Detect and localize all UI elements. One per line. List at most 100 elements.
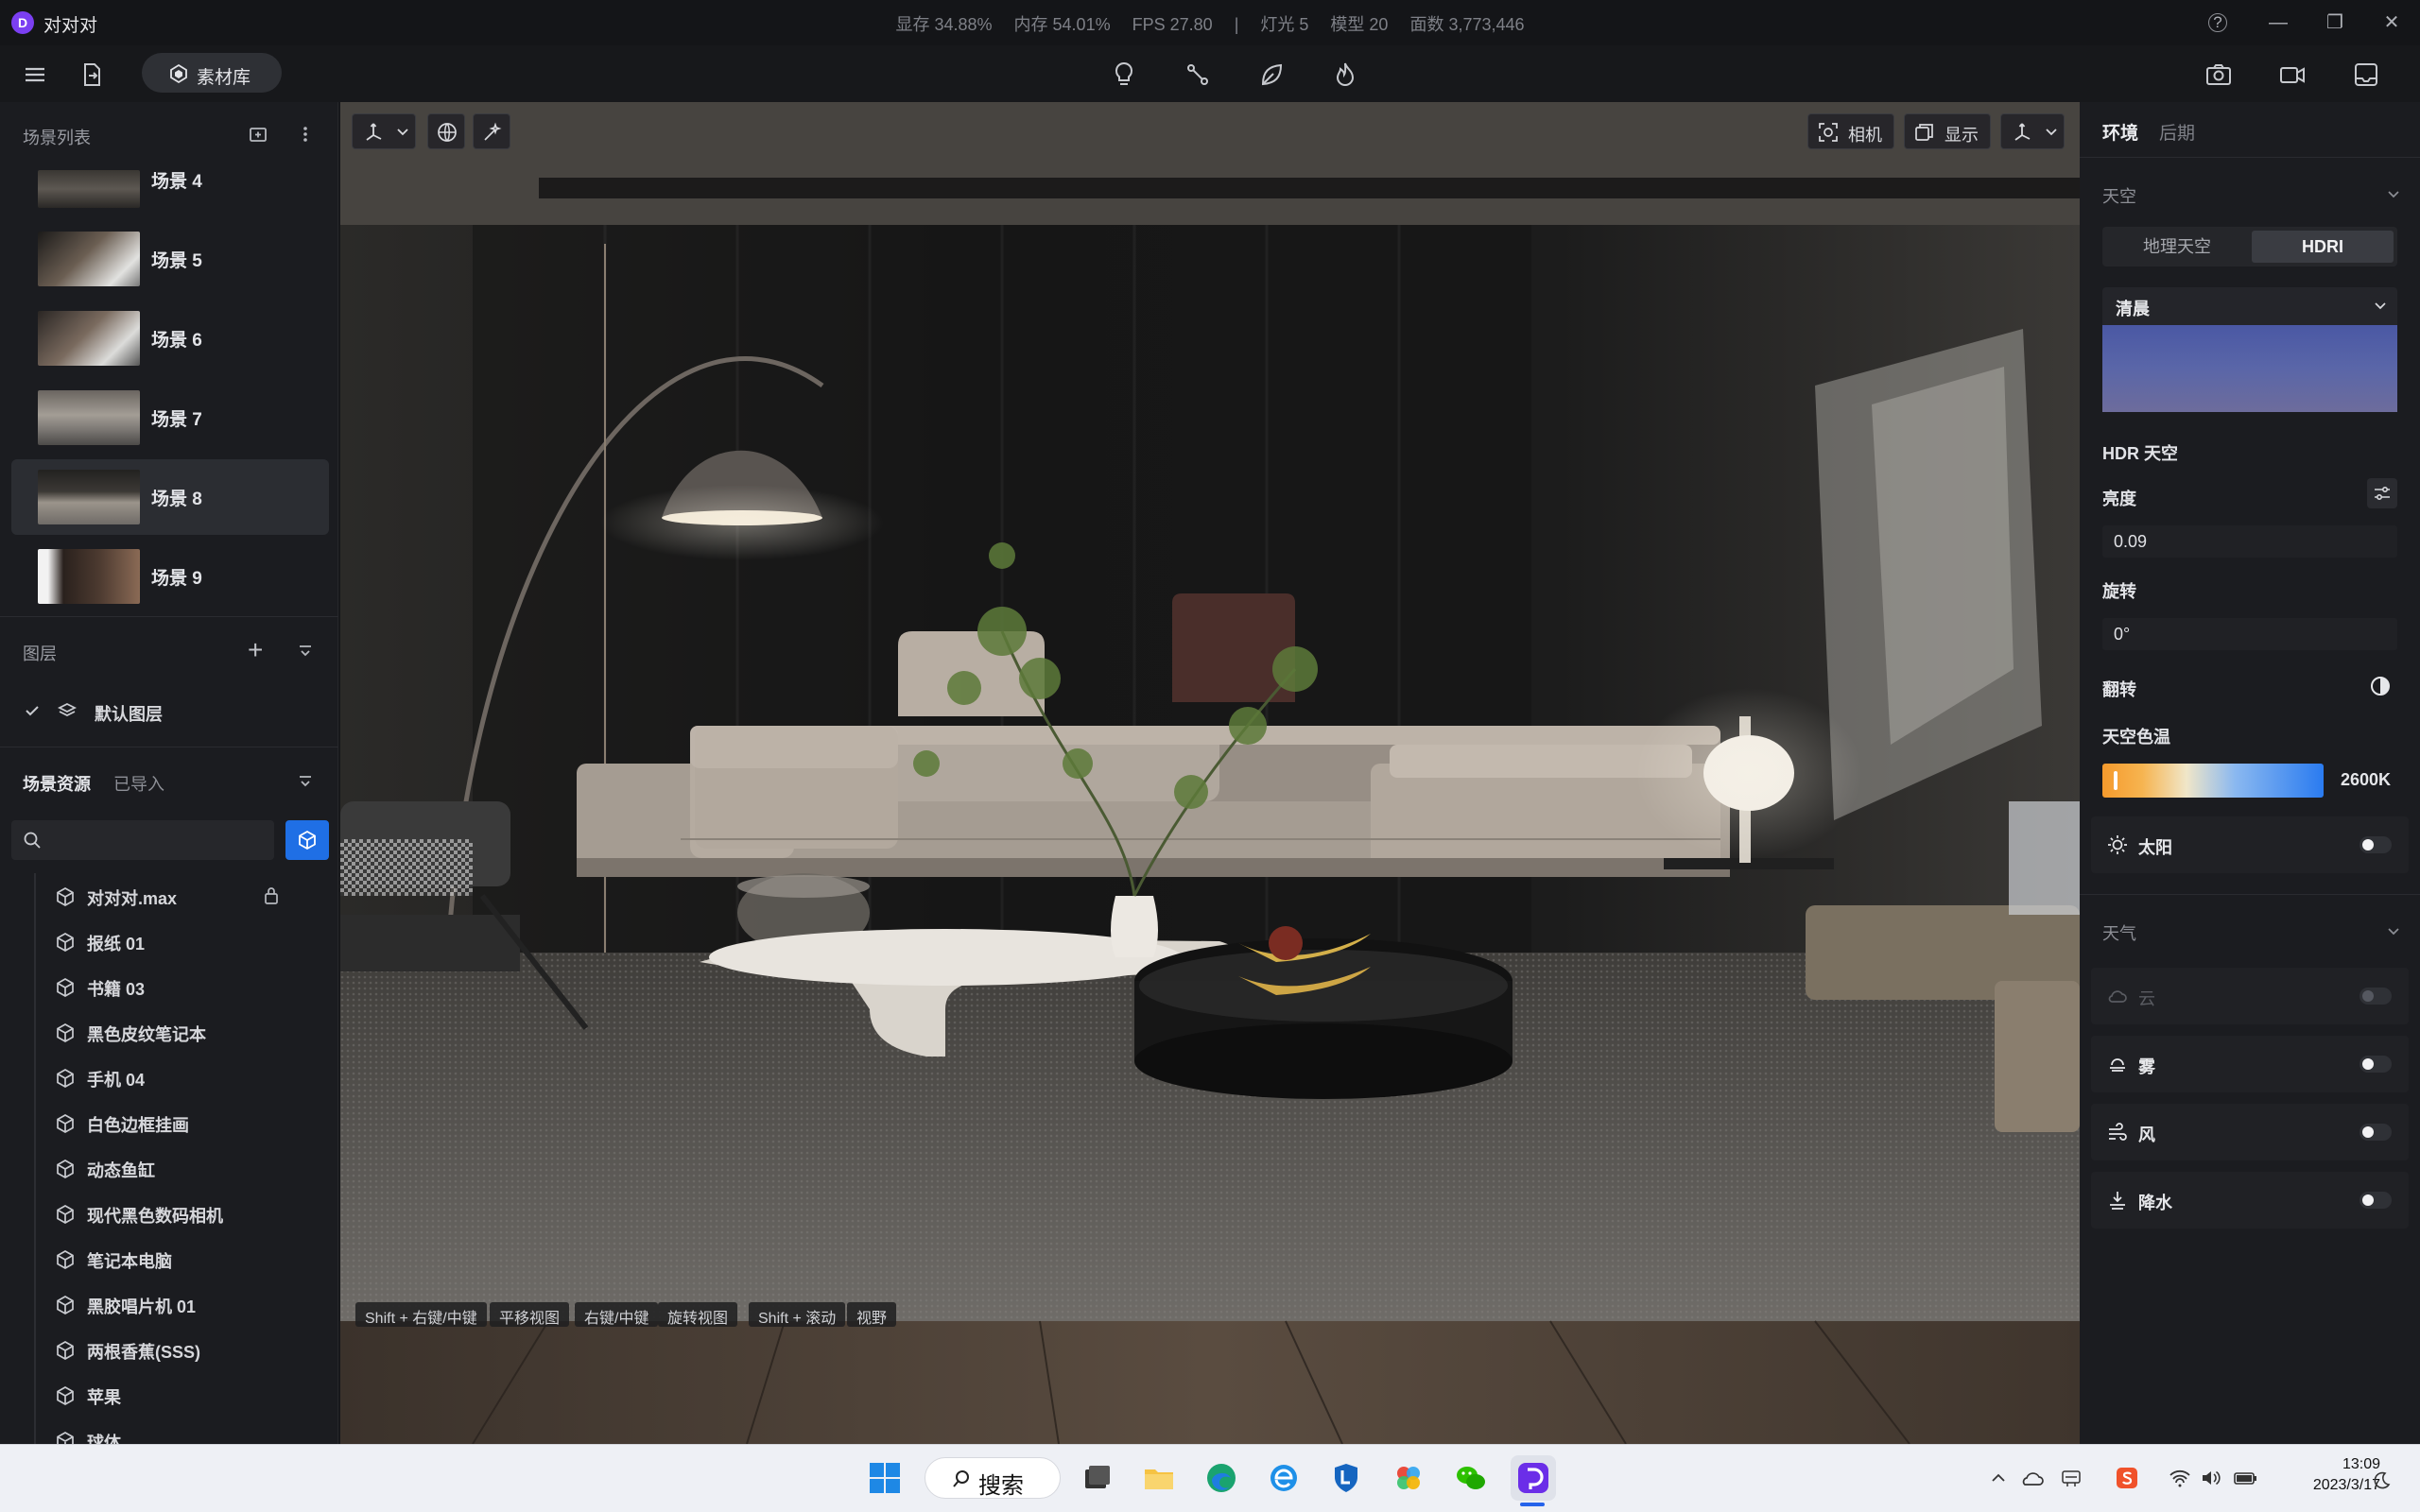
wifi-icon[interactable] <box>2169 1469 2191 1487</box>
tab-scene-resources[interactable]: 场景资源 <box>23 771 91 796</box>
scene-item[interactable]: 场景 9 <box>11 539 329 614</box>
fog-row: 雾 <box>2091 1036 2409 1092</box>
transform-axes-icon <box>362 121 385 144</box>
asset-search-input[interactable] <box>11 820 274 860</box>
cube-icon <box>55 1204 76 1225</box>
tab-imported[interactable]: 已导入 <box>113 771 164 796</box>
vram-stat: 显存 34.88% <box>895 15 993 34</box>
menu-icon[interactable] <box>19 59 51 91</box>
rotation-input[interactable]: 0° <box>2102 618 2397 650</box>
slider-handle[interactable] <box>2114 771 2118 790</box>
scene-item[interactable]: 场景 5 <box>11 221 329 297</box>
tab-post-processing[interactable]: 后期 <box>2159 119 2195 145</box>
shield-app-icon[interactable] <box>1329 1461 1363 1495</box>
taskbar-search-button[interactable]: 搜索 <box>925 1457 1061 1499</box>
scene-item[interactable]: 场景 7 <box>11 380 329 455</box>
sogou-ime-icon[interactable] <box>2116 1467 2138 1489</box>
cube-icon <box>55 977 76 998</box>
add-layer-button[interactable]: + <box>248 637 263 663</box>
asset-item[interactable]: 白色边框挂画 <box>55 1100 338 1145</box>
minimize-button[interactable]: — <box>2265 9 2291 36</box>
battery-icon[interactable] <box>2233 1469 2259 1487</box>
volume-icon[interactable] <box>2201 1469 2221 1487</box>
wechat-icon[interactable] <box>1454 1461 1488 1495</box>
sky-tab-geographic[interactable]: 地理天空 <box>2106 231 2248 263</box>
sky-temperature-slider[interactable] <box>2102 764 2324 798</box>
d5-render-app-icon[interactable] <box>1516 1461 1550 1495</box>
default-layer-label[interactable]: 默认图层 <box>95 701 163 726</box>
edge-browser-icon[interactable] <box>1204 1461 1238 1495</box>
file-export-icon[interactable] <box>76 59 108 91</box>
leaf-icon[interactable] <box>1255 59 1288 91</box>
asset-item[interactable]: 对对对.max <box>55 873 338 919</box>
3d-viewport[interactable] <box>340 102 2080 1444</box>
asset-item[interactable]: 手机 04 <box>55 1055 338 1100</box>
tray-overflow-chevron-icon[interactable] <box>1989 1469 2008 1487</box>
asset-item[interactable]: 报纸 01 <box>55 919 338 964</box>
restore-button[interactable]: ❐ <box>2322 9 2348 36</box>
gallery-icon[interactable] <box>2350 59 2382 91</box>
asset-name: 书籍 03 <box>87 980 146 999</box>
faces-stat: 面数 3,773,446 <box>1409 15 1525 34</box>
input-method-icon[interactable] <box>2061 1469 2082 1489</box>
precipitation-toggle[interactable] <box>2360 1192 2392 1209</box>
taskview-icon[interactable] <box>1080 1461 1114 1495</box>
cube-icon <box>55 1159 76 1179</box>
lightbulb-icon[interactable] <box>1108 59 1140 91</box>
file-explorer-icon[interactable] <box>1142 1461 1176 1495</box>
flip-contrast-icon[interactable] <box>2369 675 2392 697</box>
sky-tab-hdri[interactable]: HDRI <box>2252 231 2394 263</box>
weather-collapse-chevron-icon[interactable] <box>2386 924 2401 939</box>
asset-item[interactable]: 笔记本电脑 <box>55 1236 338 1281</box>
pinwheel-app-icon[interactable] <box>1392 1461 1426 1495</box>
nodes-icon[interactable] <box>1182 59 1214 91</box>
onedrive-cloud-icon[interactable] <box>2019 1469 2044 1487</box>
brightness-value: 0.09 <box>2114 532 2148 551</box>
scene-item[interactable]: 场景 4 <box>11 142 329 217</box>
asset-item[interactable]: 黑胶唱片机 01 <box>55 1281 338 1327</box>
asset-item[interactable]: 黑色皮纹笔记本 <box>55 1009 338 1055</box>
brightness-label: 亮度 <box>2102 490 2136 508</box>
scene-item[interactable]: 场景 6 <box>11 301 329 376</box>
flame-icon[interactable] <box>1329 59 1361 91</box>
snap-tool-button[interactable] <box>473 113 510 149</box>
scene-item[interactable]: 场景 8 <box>11 459 329 535</box>
import-asset-button[interactable] <box>285 820 329 860</box>
display-options-button[interactable]: 显示 <box>1904 113 1991 149</box>
wind-toggle[interactable] <box>2360 1124 2392 1141</box>
video-icon[interactable] <box>2276 59 2308 91</box>
asset-item[interactable]: 两根香蕉(SSS) <box>55 1327 338 1372</box>
close-button[interactable]: ✕ <box>2378 9 2405 36</box>
sun-toggle[interactable] <box>2360 836 2392 853</box>
clock-date[interactable]: 2023/3/17 <box>2288 1477 2380 1494</box>
cloud-toggle[interactable] <box>2360 988 2392 1005</box>
tab-environment[interactable]: 环境 <box>2102 119 2138 145</box>
asset-library-button[interactable]: 素材库 <box>142 53 282 93</box>
hdri-preset-select[interactable]: 清晨 <box>2102 287 2397 325</box>
world-space-button[interactable] <box>427 113 465 149</box>
brightness-input[interactable]: 0.09 <box>2102 525 2397 558</box>
layer-visible-check-icon[interactable] <box>23 701 42 720</box>
asset-item[interactable]: 动态鱼缸 <box>55 1145 338 1191</box>
scene-label: 场景 8 <box>151 490 202 509</box>
collapse-layers-icon[interactable] <box>297 643 314 660</box>
gizmo-options-button[interactable] <box>2000 113 2065 149</box>
fog-toggle[interactable] <box>2360 1056 2392 1073</box>
asset-item[interactable]: 书籍 03 <box>55 964 338 1009</box>
asset-name: 球体 <box>87 1434 121 1444</box>
asset-item[interactable]: 现代黑色数码相机 <box>55 1191 338 1236</box>
sky-collapse-chevron-icon[interactable] <box>2386 187 2401 202</box>
ie-browser-icon[interactable] <box>1267 1461 1301 1495</box>
asset-item[interactable]: 球体 <box>55 1418 338 1444</box>
lock-icon[interactable] <box>263 885 280 906</box>
collapse-resources-icon[interactable] <box>297 773 314 790</box>
notification-moon-icon[interactable] <box>2371 1470 2392 1491</box>
camera-view-button[interactable]: 相机 <box>1807 113 1894 149</box>
transform-tool-button[interactable] <box>352 113 416 149</box>
asset-item[interactable]: 苹果 <box>55 1372 338 1418</box>
help-button[interactable]: ? <box>2208 13 2227 32</box>
rotation-label: 旋转 <box>2102 582 2136 601</box>
windows-start-icon[interactable] <box>868 1461 902 1495</box>
brightness-adjust-button[interactable] <box>2367 478 2397 508</box>
camera-icon[interactable] <box>2203 59 2235 91</box>
